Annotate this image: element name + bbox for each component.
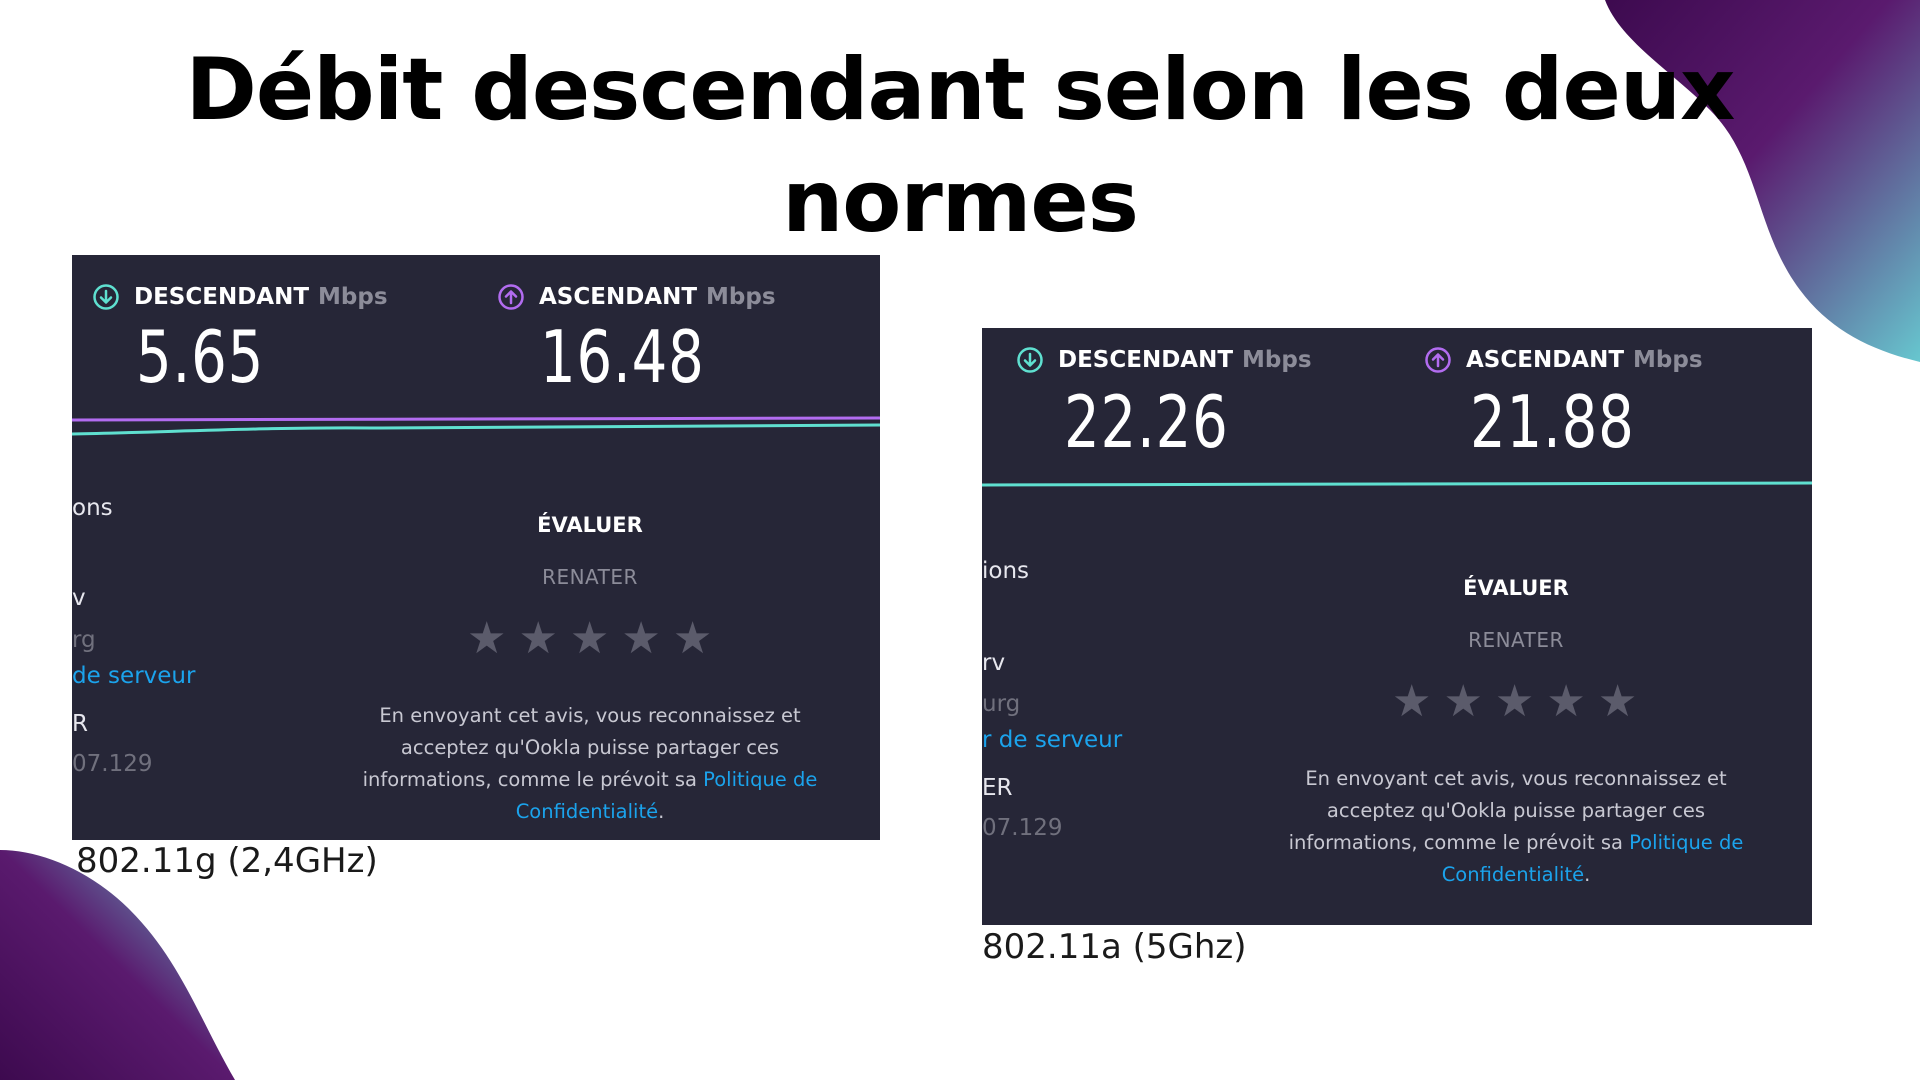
download-arrow-icon <box>93 284 119 310</box>
privacy-policy-link[interactable]: Politique de <box>703 768 817 791</box>
notice-line3: informations, comme le prévoit sa <box>1288 831 1630 854</box>
download-arrow-icon <box>1017 347 1043 373</box>
speed-graph <box>72 416 880 436</box>
side-text-2: v <box>72 585 86 611</box>
star-icon[interactable]: ★ <box>1392 680 1431 724</box>
notice-end: . <box>658 800 665 823</box>
upload-label: ASCENDANT <box>539 284 698 310</box>
star-icon[interactable]: ★ <box>1443 680 1482 724</box>
star-icon[interactable]: ★ <box>570 617 609 661</box>
side-text-4: ER <box>982 775 1013 801</box>
side-text-3: urg <box>982 691 1021 717</box>
caption-24ghz: 802.11g (2,4GHz) <box>76 841 378 881</box>
upload-header: ASCENDANT Mbps <box>1424 346 1703 374</box>
isp-name: RENATER <box>542 565 638 589</box>
side-text-4: R <box>72 711 88 737</box>
speedtest-screenshot-5ghz: DESCENDANT Mbps ASCENDANT Mbps 22.26 21.… <box>982 328 1812 925</box>
notice-line3: informations, comme le prévoit sa <box>362 768 704 791</box>
privacy-policy-link-2[interactable]: Confidentialité <box>516 800 658 823</box>
side-text-5: 07.129 <box>72 751 153 777</box>
rating-stars[interactable]: ★ ★ ★ ★ ★ <box>467 617 712 661</box>
download-value: 22.26 <box>1064 380 1229 464</box>
slide-title-line2: normes <box>782 152 1139 252</box>
upload-label: ASCENDANT <box>1466 347 1625 373</box>
star-icon[interactable]: ★ <box>467 617 506 661</box>
side-text-1: ions <box>982 558 1030 584</box>
slide-title: Débit descendant selon les deux normes <box>0 34 1920 258</box>
upload-value: 16.48 <box>540 315 705 399</box>
download-label: DESCENDANT <box>1058 347 1234 373</box>
change-server-link[interactable]: de serveur <box>72 663 195 689</box>
download-header: DESCENDANT Mbps <box>92 283 388 311</box>
speed-graph <box>982 481 1812 487</box>
download-label: DESCENDANT <box>134 284 310 310</box>
side-text-2: rv <box>982 650 1006 676</box>
star-icon[interactable]: ★ <box>621 617 660 661</box>
change-server-link[interactable]: r de serveur <box>982 727 1122 753</box>
caption-5ghz: 802.11a (5Ghz) <box>982 927 1247 967</box>
star-icon[interactable]: ★ <box>518 617 557 661</box>
privacy-policy-link[interactable]: Politique de <box>1629 831 1743 854</box>
star-icon[interactable]: ★ <box>1495 680 1534 724</box>
download-value: 5.65 <box>136 315 265 399</box>
privacy-notice: En envoyant cet avis, vous reconnaissez … <box>340 700 840 828</box>
upload-arrow-icon <box>498 284 524 310</box>
slide-title-line1: Débit descendant selon les deux <box>185 40 1735 140</box>
upload-unit: Mbps <box>706 284 776 310</box>
rate-label: ÉVALUER <box>537 513 643 537</box>
rating-stars[interactable]: ★ ★ ★ ★ ★ <box>1392 680 1637 724</box>
side-text-5: 07.129 <box>982 815 1063 841</box>
download-unit: Mbps <box>318 284 388 310</box>
download-unit: Mbps <box>1242 347 1312 373</box>
star-icon[interactable]: ★ <box>673 617 712 661</box>
notice-end: . <box>1584 863 1591 886</box>
star-icon[interactable]: ★ <box>1546 680 1585 724</box>
upload-arrow-icon <box>1425 347 1451 373</box>
upload-header: ASCENDANT Mbps <box>497 283 776 311</box>
corner-blob-bottom-left <box>0 850 235 1080</box>
notice-line1: En envoyant cet avis, vous reconnaissez … <box>379 704 801 727</box>
isp-name: RENATER <box>1468 628 1564 652</box>
download-header: DESCENDANT Mbps <box>1016 346 1312 374</box>
notice-line1: En envoyant cet avis, vous reconnaissez … <box>1305 767 1727 790</box>
notice-line2: acceptez qu'Ookla puisse partager ces <box>400 736 780 759</box>
side-text-1: ons <box>72 495 113 521</box>
upload-value: 21.88 <box>1470 380 1635 464</box>
privacy-notice: En envoyant cet avis, vous reconnaissez … <box>1266 763 1766 891</box>
upload-unit: Mbps <box>1633 347 1703 373</box>
speedtest-screenshot-24ghz: DESCENDANT Mbps ASCENDANT Mbps 5.65 16.4… <box>72 255 880 840</box>
notice-line2: acceptez qu'Ookla puisse partager ces <box>1326 799 1706 822</box>
rate-label: ÉVALUER <box>1463 576 1569 600</box>
star-icon[interactable]: ★ <box>1598 680 1637 724</box>
side-text-3: rg <box>72 627 96 653</box>
privacy-policy-link-2[interactable]: Confidentialité <box>1442 863 1584 886</box>
